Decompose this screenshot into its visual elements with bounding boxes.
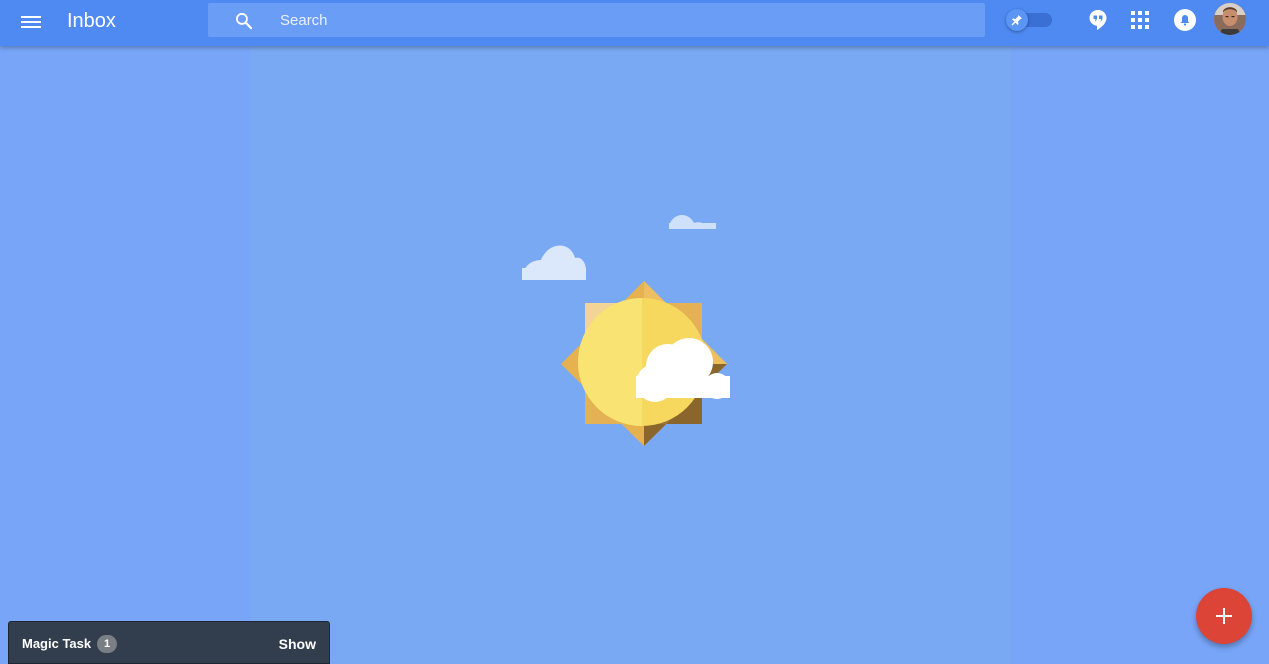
search-icon xyxy=(236,13,253,30)
search-bar[interactable] xyxy=(208,3,985,37)
background-left xyxy=(0,0,250,664)
avatar[interactable] xyxy=(1214,3,1246,35)
compose-button[interactable] xyxy=(1196,588,1252,644)
small-cloud-icon xyxy=(669,215,716,229)
pin-icon xyxy=(1011,15,1022,26)
menu-button[interactable] xyxy=(16,8,46,38)
medium-cloud-icon xyxy=(522,245,586,280)
snackbar-label: Magic Task xyxy=(22,636,92,651)
notifications-button[interactable] xyxy=(1174,9,1196,31)
menu-icon xyxy=(21,16,41,18)
hangouts-icon[interactable] xyxy=(1088,9,1108,31)
snackbar-count-badge: 1 xyxy=(97,635,117,653)
app-title: Inbox xyxy=(67,10,116,32)
bell-icon xyxy=(1180,15,1190,26)
profile-photo xyxy=(1214,3,1246,35)
background-right xyxy=(1011,0,1269,664)
top-app-bar: Inbox xyxy=(0,0,1269,46)
plus-icon xyxy=(1216,608,1232,624)
show-button[interactable]: Show xyxy=(279,636,316,652)
search-input[interactable] xyxy=(280,3,960,37)
pinned-toggle[interactable] xyxy=(1006,9,1052,31)
toggle-knob xyxy=(1006,9,1028,31)
weather-illustration xyxy=(522,215,730,446)
apps-grid-icon[interactable] xyxy=(1131,11,1149,29)
magic-task-snackbar: Magic Task 1 Show xyxy=(8,621,330,664)
